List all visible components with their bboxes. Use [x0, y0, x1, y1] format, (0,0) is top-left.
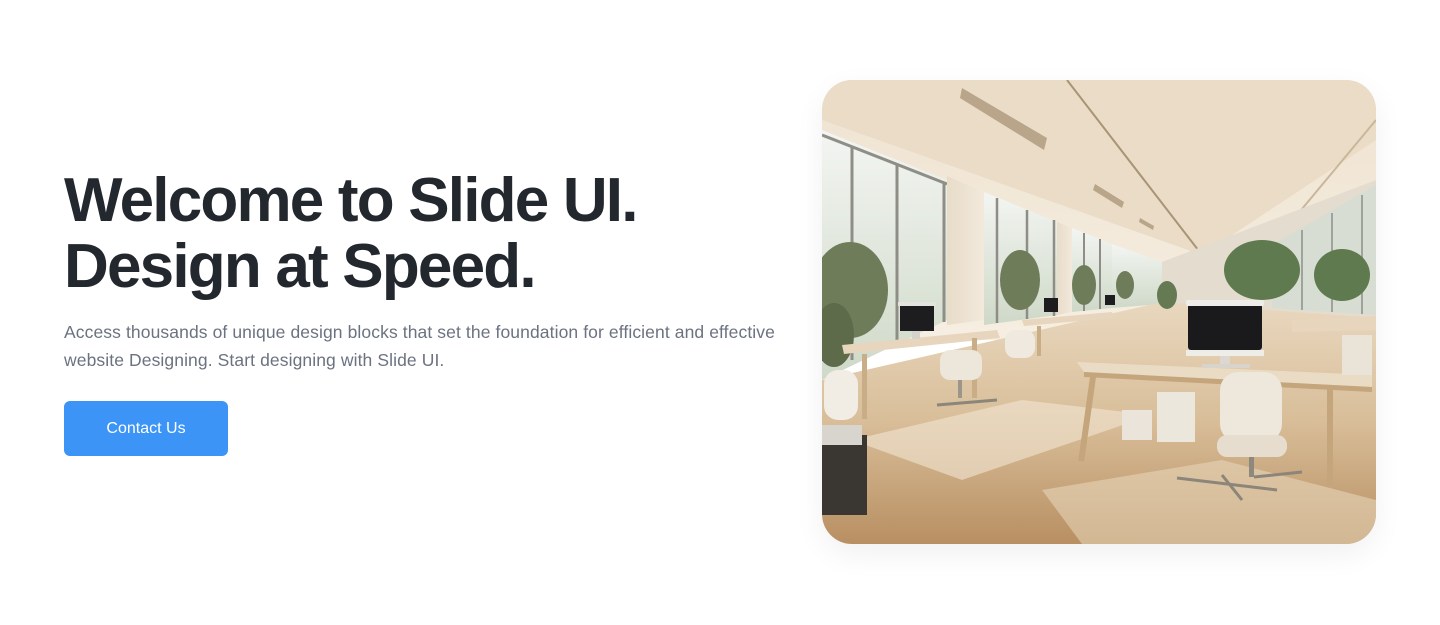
contact-us-button[interactable]: Contact Us — [64, 401, 228, 456]
hero-description: Access thousands of unique design blocks… — [64, 322, 775, 370]
hero-title-line-1: Welcome to Slide UI. — [64, 166, 638, 235]
hero-title: Welcome to Slide UI. Design at Speed. — [64, 168, 784, 300]
hero-title-line-2: Design at Speed. — [64, 232, 537, 301]
hero-text-block: Welcome to Slide UI. Design at Speed. Ac… — [64, 168, 784, 374]
office-photo — [822, 80, 1376, 544]
hero-section: Welcome to Slide UI. Design at Speed. Ac… — [0, 0, 1440, 625]
